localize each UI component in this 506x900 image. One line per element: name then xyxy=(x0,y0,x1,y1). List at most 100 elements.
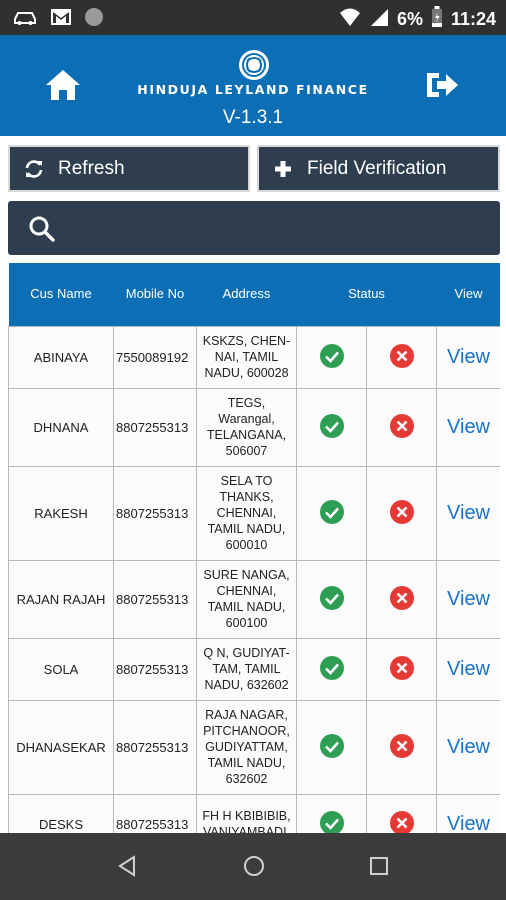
check-circle-icon[interactable] xyxy=(319,810,344,833)
mobile-number: 8807255313 xyxy=(113,465,197,561)
mobile-number: 8807255313 xyxy=(113,699,197,795)
view-link[interactable]: View xyxy=(436,325,500,389)
mobile-number: 7550089192 xyxy=(113,325,197,389)
status-fail-cell xyxy=(365,637,438,701)
customer-name: DHANASEKAR xyxy=(8,699,114,795)
mobile-number: 8807255313 xyxy=(113,793,197,833)
status-ok-cell xyxy=(296,465,367,561)
status-fail-cell xyxy=(365,699,438,795)
back-button[interactable] xyxy=(116,855,138,877)
status-fail-cell xyxy=(365,793,438,833)
customer-name: SOLA xyxy=(8,637,114,701)
logout-button[interactable] xyxy=(424,69,460,101)
address: KSKZS, CHEN-NAI, TAMIL NADU, 600028 xyxy=(196,325,297,389)
status-bar-right: 6% 11:24 xyxy=(339,6,496,33)
status-ok-cell xyxy=(296,559,367,639)
mobile-number: 8807255313 xyxy=(113,559,197,639)
status-bar-left xyxy=(12,7,104,32)
brand-logo-icon xyxy=(238,49,270,81)
status-bar: 6% 11:24 xyxy=(0,0,506,35)
status-fail-cell xyxy=(365,387,438,467)
battery-icon xyxy=(431,6,443,33)
view-link[interactable]: View xyxy=(436,559,500,639)
view-link[interactable]: View xyxy=(436,465,500,561)
check-circle-icon[interactable] xyxy=(319,343,344,368)
field-verification-button[interactable]: Field Verification xyxy=(257,145,500,192)
view-link[interactable]: View xyxy=(436,699,500,795)
view-link[interactable]: View xyxy=(436,793,500,833)
table-row[interactable]: ABINAYA 7550089192 KSKZS, CHEN-NAI, TAMIL … xyxy=(8,325,500,389)
header-address: Address xyxy=(196,263,297,326)
app-version: V-1.3.1 xyxy=(222,107,284,128)
header-mobile-no: Mobile No xyxy=(113,263,197,326)
wifi-icon xyxy=(339,7,361,32)
cancel-circle-icon[interactable] xyxy=(389,413,414,438)
back-icon xyxy=(118,855,135,877)
mobile-number: 8807255313 xyxy=(113,637,197,701)
address: SURE NANGA, CHENNAI, TAMIL NADU, 600100 xyxy=(196,559,297,639)
status-fail-cell xyxy=(365,559,438,639)
check-circle-icon[interactable] xyxy=(319,655,344,680)
status-fail-cell xyxy=(365,325,438,389)
check-circle-icon[interactable] xyxy=(319,585,344,610)
car-icon xyxy=(12,7,38,32)
cancel-circle-icon[interactable] xyxy=(389,810,414,833)
battery-percent: 6% xyxy=(396,9,423,29)
table-header-row: Cus Name Mobile No Address Status View xyxy=(8,263,500,326)
search-bar xyxy=(8,201,500,255)
address: Q N, GUDIYAT-TAM, TAMIL NADU, 632602 xyxy=(196,637,297,701)
refresh-icon xyxy=(24,159,44,179)
customer-table: Cus Name Mobile No Address Status View A… xyxy=(8,263,500,833)
recent-apps-button[interactable] xyxy=(369,856,389,876)
table-row[interactable]: DESKS 8807255313 FH H KBIBIBIB, VANIYAMBAD… xyxy=(8,793,500,833)
address: SELA TO THANKS, CHENNAI, TAMIL NADU, 600… xyxy=(196,465,297,561)
cancel-circle-icon[interactable] xyxy=(389,343,414,368)
status-fail-cell xyxy=(365,465,438,561)
table-row[interactable]: DHNANA 8807255313 TEGS, Warangal, TELANGAN… xyxy=(8,387,500,467)
status-ok-cell xyxy=(296,325,367,389)
customer-name: RAKESH xyxy=(8,465,114,561)
logout-icon xyxy=(427,73,458,97)
plus-icon xyxy=(273,159,293,179)
status-ok-cell xyxy=(296,699,367,795)
signal-icon xyxy=(369,7,389,32)
customer-name: ABINAYA xyxy=(8,325,114,389)
address: TEGS, Warangal, TELANGANA, 506007 xyxy=(196,387,297,467)
check-circle-icon[interactable] xyxy=(319,413,344,438)
view-link[interactable]: View xyxy=(436,387,500,467)
gmail-icon xyxy=(50,8,72,31)
status-ok-cell xyxy=(296,637,367,701)
address: FH H KBIBIBIB, VANIYAMBADI, xyxy=(196,793,297,833)
search-input[interactable] xyxy=(68,211,488,245)
table-row[interactable]: DHANASEKAR 8807255313 RAJA NAGAR, PITCHANO… xyxy=(8,699,500,795)
check-circle-icon[interactable] xyxy=(319,733,344,758)
circle-icon xyxy=(84,7,104,32)
field-verification-label: Field Verification xyxy=(307,157,447,179)
header-view: View xyxy=(436,263,500,326)
search-icon xyxy=(28,215,56,243)
header-status: Status xyxy=(296,263,437,326)
recent-apps-icon xyxy=(370,857,388,875)
view-link[interactable]: View xyxy=(436,637,500,701)
home-nav-button[interactable] xyxy=(243,855,265,877)
customer-name: RAJAN RAJAH xyxy=(8,559,114,639)
cancel-circle-icon[interactable] xyxy=(389,733,414,758)
check-circle-icon[interactable] xyxy=(319,499,344,524)
table-row[interactable]: RAJAN RAJAH 8807255313 SURE NANGA, CHENNAI… xyxy=(8,559,500,639)
refresh-button[interactable]: Refresh xyxy=(8,145,250,192)
cancel-circle-icon[interactable] xyxy=(389,585,414,610)
refresh-label: Refresh xyxy=(58,157,125,179)
app-header: HINDUJA LEYLAND FINANCE V-1.3.1 xyxy=(0,35,506,136)
customer-name: DESKS xyxy=(8,793,114,833)
cancel-circle-icon[interactable] xyxy=(389,499,414,524)
home-circle-icon xyxy=(244,856,264,876)
cancel-circle-icon[interactable] xyxy=(389,655,414,680)
status-ok-cell xyxy=(296,387,367,467)
customer-table-container[interactable]: Cus Name Mobile No Address Status View A… xyxy=(8,263,500,833)
header-cus-name: Cus Name xyxy=(8,263,114,326)
table-row[interactable]: SOLA 8807255313 Q N, GUDIYAT-TAM, TAMIL NA… xyxy=(8,637,500,701)
address: RAJA NAGAR, PITCHANOOR, GUDIYATTAM, TAMI… xyxy=(196,699,297,795)
table-row[interactable]: RAKESH 8807255313 SELA TO THANKS, CHENNAI,… xyxy=(8,465,500,561)
clock: 11:24 xyxy=(450,9,496,29)
status-ok-cell xyxy=(296,793,367,833)
